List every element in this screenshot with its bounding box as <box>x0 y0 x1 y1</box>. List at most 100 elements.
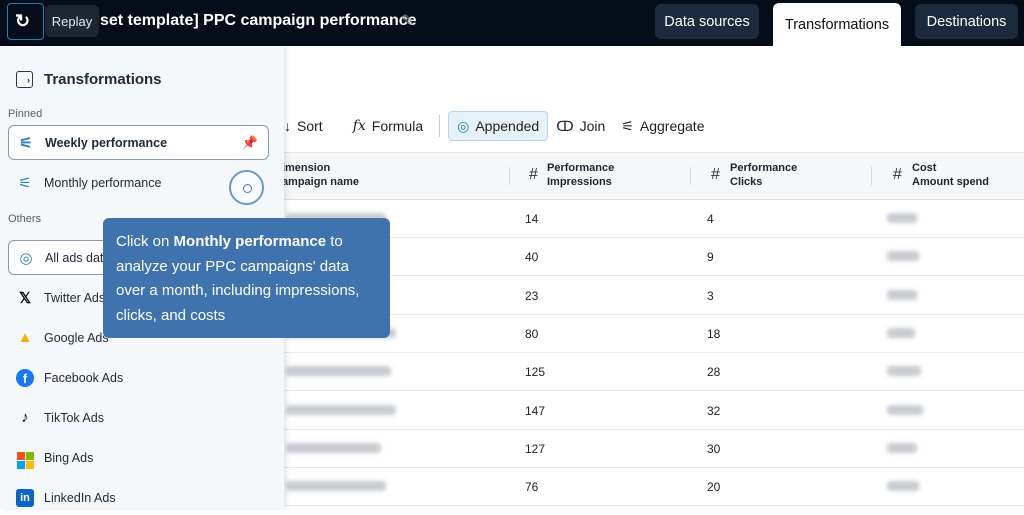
column-divider[interactable] <box>509 167 510 185</box>
impressions-cell: 127 <box>525 441 546 456</box>
impressions-cell: 40 <box>525 250 539 265</box>
column-divider[interactable] <box>871 167 872 185</box>
transformation-icon: ⚟ <box>19 134 33 152</box>
panel-toggle-icon[interactable]: › <box>16 71 33 88</box>
table-row[interactable]: 127 30 <box>284 430 1024 468</box>
impressions-cell: 23 <box>525 288 539 303</box>
column-header-campaign-name[interactable]: Dimension Campaign name <box>274 161 359 189</box>
sidebar-item-facebook-ads[interactable]: f Facebook Ads <box>8 360 269 395</box>
replay-button[interactable]: ↻ <box>7 3 44 40</box>
highlight-target-indicator[interactable] <box>229 170 264 205</box>
facebook-icon: f <box>15 368 35 387</box>
page-title: set template] PPC campaign performance <box>100 12 417 29</box>
clicks-cell: 9 <box>707 250 714 265</box>
tab-data-sources[interactable]: Data sources <box>655 4 759 39</box>
redacted-campaign-name <box>286 366 391 377</box>
sidebar-item-linkedin-ads[interactable]: in LinkedIn Ads <box>8 480 269 515</box>
header-line: Performance <box>730 162 798 174</box>
sort-button[interactable]: ↓ Sort <box>284 111 331 141</box>
top-bar: ↻ set template] PPC campaign performance… <box>0 0 1024 46</box>
linkedin-icon: in <box>15 488 35 507</box>
toolbar-divider <box>439 115 441 137</box>
transformation-icon: ⚟ <box>18 174 32 192</box>
tooltip-text: Click on <box>116 233 174 250</box>
redacted-campaign-name <box>286 442 381 453</box>
table-row[interactable]: 40 9 <box>284 238 1024 277</box>
table-row[interactable]: 76 20 <box>284 468 1024 507</box>
impressions-cell: 125 <box>525 365 546 380</box>
pin-icon[interactable]: 📌 <box>242 135 258 151</box>
clicks-cell: 30 <box>707 441 721 456</box>
header-line: Cost <box>912 162 937 174</box>
redacted-cost <box>887 481 919 492</box>
formula-label: Formula <box>371 118 424 134</box>
redacted-campaign-name <box>286 404 396 415</box>
edit-title-icon[interactable]: ✎ <box>401 11 414 31</box>
sort-label: Sort <box>297 118 323 134</box>
table-row[interactable]: 125 28 <box>284 353 1024 392</box>
item-label: All ads data <box>45 250 111 265</box>
append-icon: ◎ <box>457 117 470 134</box>
tab-transformations[interactable]: Transformations <box>773 3 901 46</box>
item-label: Bing Ads <box>44 450 94 465</box>
aggregate-button[interactable]: ⚟ Aggregate <box>613 111 712 141</box>
item-label: Facebook Ads <box>44 370 124 385</box>
redacted-cost <box>887 289 917 300</box>
item-label: Weekly performance <box>45 135 168 150</box>
number-type-icon: # <box>711 166 720 183</box>
table-row[interactable]: 14 4 <box>284 200 1024 238</box>
aggregate-icon: ⚟ <box>621 117 634 134</box>
clicks-cell: 18 <box>707 326 721 341</box>
clicks-cell: 3 <box>707 288 714 303</box>
table-row[interactable]: 147 32 <box>284 392 1024 430</box>
sidebar-item-bing-ads[interactable]: Bing Ads <box>8 440 269 475</box>
impressions-cell: 14 <box>525 212 539 226</box>
formula-button[interactable]: fx Formula <box>345 111 431 141</box>
item-label: LinkedIn Ads <box>44 490 116 505</box>
redacted-cost <box>887 366 921 377</box>
redacted-cost <box>887 213 917 223</box>
join-label: Join <box>579 118 606 134</box>
redacted-cost <box>887 404 923 415</box>
header-line: Campaign name <box>274 176 359 188</box>
number-type-icon: # <box>893 166 902 183</box>
clicks-cell: 28 <box>707 365 721 380</box>
header-line: Performance <box>547 162 615 174</box>
table-header: Dimension Campaign name # Performance Impr… <box>274 152 1024 200</box>
join-button[interactable]: ↀ Join <box>548 111 613 141</box>
sidebar-item-weekly-performance[interactable]: ⚟ Weekly performance 📌 <box>8 125 269 160</box>
redacted-cost <box>887 327 915 338</box>
header-line: Impressions <box>547 176 612 188</box>
transform-toolbar: ↓ Sort fx Formula ◎ Appended ↀ Join ⚟ Aggrega… <box>284 111 712 141</box>
replay-tooltip: Replay <box>45 5 99 37</box>
column-divider[interactable] <box>690 167 691 185</box>
impressions-cell: 76 <box>525 480 539 495</box>
redacted-campaign-name <box>286 481 386 492</box>
sidebar-item-tiktok-ads[interactable]: ♪ TikTok Ads <box>8 400 269 435</box>
guide-tooltip: Click on Monthly performance to analyze … <box>103 218 390 338</box>
tab-destinations[interactable]: Destinations <box>915 4 1018 39</box>
pinned-label: Pinned <box>8 108 43 120</box>
number-type-icon: # <box>529 166 538 183</box>
twitter-x-icon: 𝕏 <box>18 289 32 307</box>
replay-icon: ↻ <box>14 11 31 31</box>
join-icon: ↀ <box>556 117 574 134</box>
clicks-cell: 20 <box>707 480 721 495</box>
header-line: Clicks <box>730 176 763 188</box>
formula-icon: fx <box>352 118 366 134</box>
item-label: Monthly performance <box>44 175 162 190</box>
clicks-cell: 4 <box>707 212 714 226</box>
google-ads-icon: ▲ <box>17 329 33 346</box>
microsoft-icon <box>15 447 35 469</box>
table-row[interactable]: 23 3 <box>284 277 1024 315</box>
column-header-cost[interactable]: Cost Amount spend <box>912 161 989 189</box>
redacted-cost <box>887 442 917 453</box>
column-header-clicks[interactable]: Performance Clicks <box>730 161 797 189</box>
table-row[interactable]: 80 18 <box>284 315 1024 353</box>
redacted-cost <box>887 251 919 262</box>
tooltip-highlight: Monthly performance <box>173 233 327 250</box>
append-icon: ◎ <box>19 249 33 267</box>
column-header-impressions[interactable]: Performance Impressions <box>547 161 614 189</box>
impressions-cell: 147 <box>525 403 546 418</box>
appended-button[interactable]: ◎ Appended <box>448 111 549 141</box>
